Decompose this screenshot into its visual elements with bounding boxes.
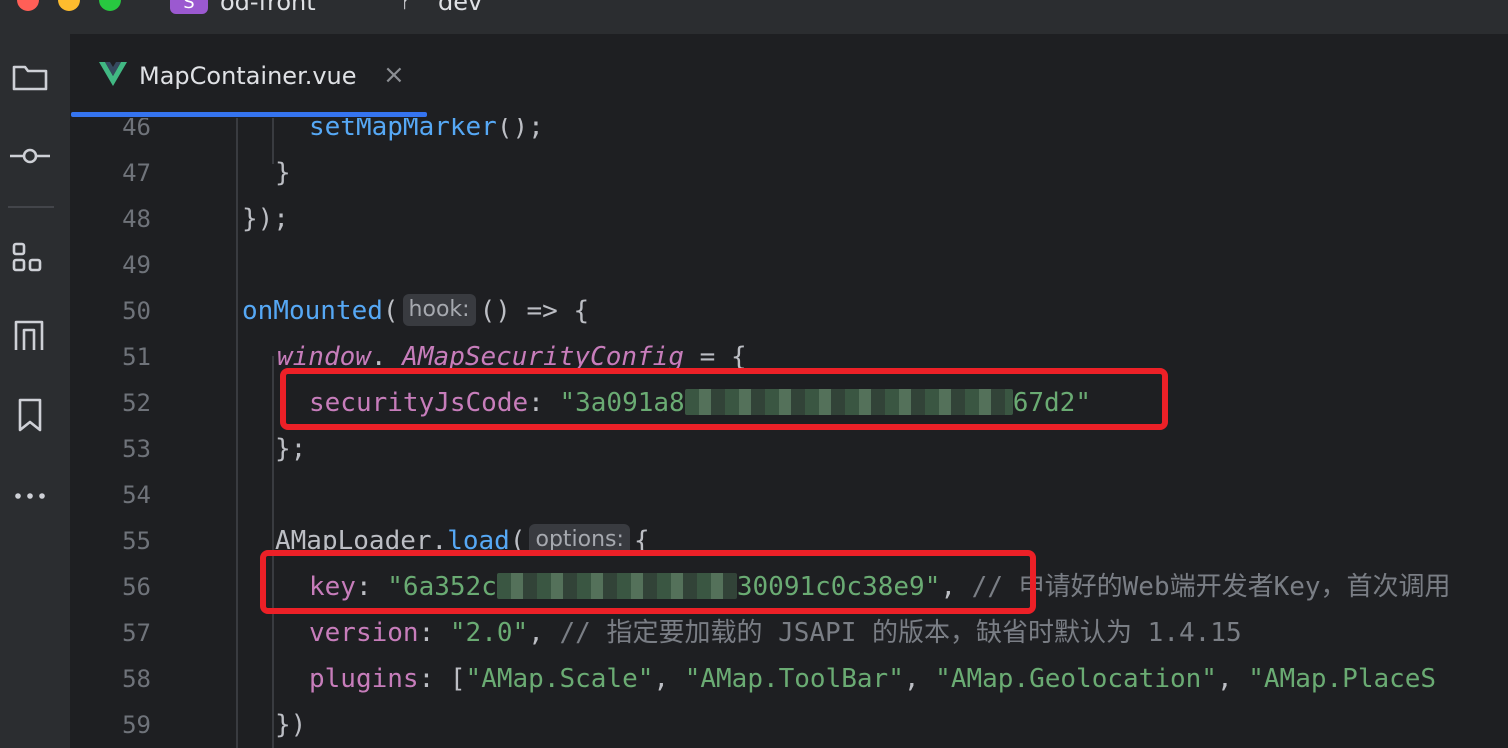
commit-tool-button[interactable]: [10, 136, 50, 176]
bookmarks-tool-button[interactable]: [10, 396, 50, 436]
structure-icon: [12, 242, 42, 272]
bookmark-icon: [18, 398, 42, 432]
punctuation: }): [275, 710, 307, 740]
close-icon[interactable]: ×: [383, 60, 405, 90]
code-line-58: plugins: ["AMap.Scale", "AMap.ToolBar", …: [309, 656, 1436, 702]
line-number: 50: [122, 297, 151, 325]
line-number: 55: [122, 527, 151, 555]
punctuation: ,: [903, 664, 936, 694]
highlight-box-security-code: [280, 368, 1168, 430]
punctuation: ();: [496, 118, 544, 142]
tool-divider: [8, 206, 54, 208]
punctuation: :: [418, 664, 450, 694]
line-number: 49: [122, 251, 151, 279]
code-line-47: }: [275, 150, 291, 196]
indent-guide: [236, 118, 238, 748]
string: "AMap.PlaceS: [1248, 664, 1437, 694]
punctuation: }: [275, 158, 291, 188]
more-icon: [15, 493, 45, 499]
code-line-46: setMapMarker();: [309, 118, 544, 150]
punctuation: () => {: [479, 296, 590, 326]
line-number: 56: [122, 573, 151, 601]
close-window-button[interactable]: [17, 0, 39, 11]
folder-icon: [12, 65, 48, 91]
pull-request-icon: [14, 320, 44, 350]
code-editor[interactable]: 46 47 48 49 50 51 52 53 54 55 56 57 58 5…: [71, 118, 1508, 748]
string: "2.0": [449, 618, 529, 648]
line-number: 46: [122, 118, 151, 141]
branch-name[interactable]: dev: [438, 0, 482, 16]
code-line-53: };: [275, 426, 306, 472]
comment: // 指定要加载的 JSAPI 的版本，缺省时默认为 1.4.15: [559, 618, 1242, 648]
indent-guide: [272, 118, 274, 164]
pull-requests-tool-button[interactable]: [10, 316, 50, 356]
punctuation: });: [242, 204, 289, 234]
minimize-window-button[interactable]: [58, 0, 80, 11]
active-tab-indicator: [71, 112, 427, 117]
punctuation: :: [418, 618, 450, 648]
tab-label: MapContainer.vue: [139, 62, 357, 90]
maximize-window-button[interactable]: [99, 0, 121, 11]
property: version: [309, 618, 419, 648]
string: "AMap.Geolocation": [935, 664, 1217, 694]
line-number: 58: [122, 665, 151, 693]
string: "AMap.ToolBar": [684, 664, 904, 694]
title-bar: S od-front ᚹ dev: [0, 0, 1508, 34]
line-number: 59: [122, 711, 151, 739]
commit-icon: [10, 148, 50, 164]
project-badge[interactable]: S: [170, 0, 208, 14]
punctuation: ,: [653, 664, 685, 694]
string: "AMap.Scale": [465, 664, 654, 694]
function-call: setMapMarker: [309, 118, 497, 142]
code-line-48: });: [242, 196, 289, 242]
code-line-50: onMounted(hook:() => {: [242, 288, 589, 334]
editor-tab-bar: MapContainer.vue ×: [71, 34, 1508, 119]
parameter-hint: hook:: [402, 293, 476, 326]
project-tool-button[interactable]: [10, 56, 50, 96]
tab-mapcontainer-vue[interactable]: MapContainer.vue ×: [71, 34, 427, 118]
line-number: 48: [122, 205, 151, 233]
function-call: onMounted: [242, 296, 383, 326]
project-name[interactable]: od-front: [220, 0, 316, 16]
line-number: 57: [122, 619, 151, 647]
punctuation: (: [382, 296, 399, 326]
comment: // 申请好的Web端开发者Key，首次调用: [971, 572, 1451, 602]
line-number: 52: [122, 389, 151, 417]
code-line-57: version: "2.0", // 指定要加载的 JSAPI 的版本，缺省时默…: [309, 610, 1242, 656]
tool-window-strip: [0, 34, 71, 748]
punctuation: };: [275, 434, 307, 464]
line-number: 53: [122, 435, 151, 463]
vue-file-icon: [99, 62, 127, 86]
highlight-box-key: [260, 550, 1036, 614]
punctuation: [: [449, 664, 466, 694]
more-tools-button[interactable]: [10, 476, 50, 516]
line-number: 51: [122, 343, 151, 371]
property: plugins: [309, 664, 419, 694]
line-number: 47: [122, 159, 151, 187]
code-line-59: }): [275, 702, 306, 748]
line-number: 54: [122, 481, 151, 509]
branch-icon: ᚹ: [400, 0, 414, 13]
punctuation: ,: [1216, 664, 1249, 694]
punctuation: ,: [528, 618, 560, 648]
structure-tool-button[interactable]: [10, 240, 50, 280]
